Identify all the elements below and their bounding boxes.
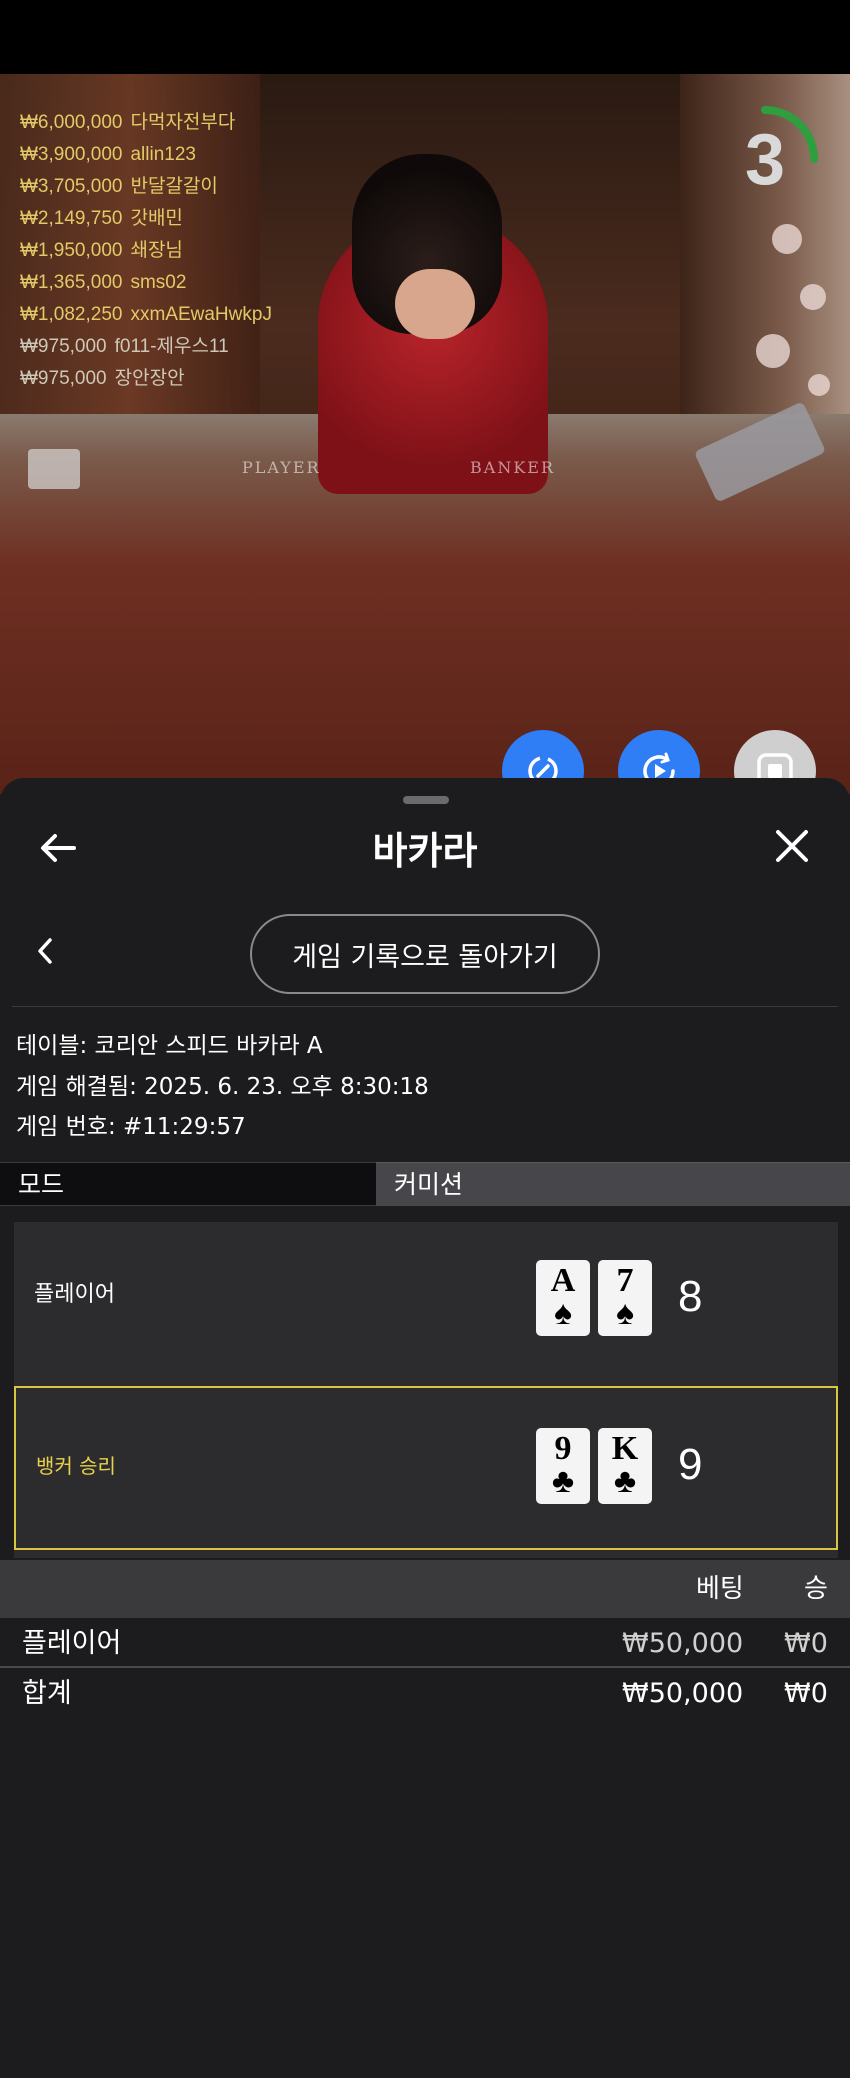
status-bar-area: [0, 0, 850, 74]
playing-card: 9 ♣: [536, 1428, 590, 1504]
timer-value: 3: [744, 120, 786, 200]
tab-commission[interactable]: 커미션: [376, 1162, 850, 1206]
total-row: 합계 ₩50,000 ₩0: [0, 1670, 850, 1718]
player-hand-row: 플레이어 A ♠ 7 ♠ 8: [14, 1222, 838, 1382]
leaderboard-row: ₩1,950,000 쇄장님: [20, 240, 183, 261]
game-number-info: 게임 번호: #11:29:57: [16, 1114, 246, 1140]
history-back-chevron[interactable]: [32, 936, 60, 966]
back-to-history-button[interactable]: 게임 기록으로 돌아가기: [250, 914, 600, 994]
club-icon: ♣: [613, 1463, 637, 1500]
leaderboard-row: ₩1,365,000 sms02: [20, 272, 187, 293]
countdown-timer: 3: [710, 104, 820, 214]
win-amount: ₩0: [784, 1628, 828, 1659]
playing-card: A ♠: [536, 1260, 590, 1336]
close-button[interactable]: [772, 826, 812, 866]
leaderboard-row: ₩2,149,750 갓배민: [20, 208, 183, 229]
bet-amount: ₩50,000: [622, 1628, 744, 1659]
total-win: ₩0: [784, 1678, 828, 1709]
banker-hand-row: 뱅커 승리 9 ♣ K ♣ 9: [14, 1386, 838, 1550]
playing-card: 7 ♠: [598, 1260, 652, 1336]
bet-name: 플레이어: [22, 1628, 122, 1659]
table-row: 플레이어 ₩50,000 ₩0: [0, 1620, 850, 1668]
player-hand-label: 플레이어: [34, 1282, 115, 1307]
spade-icon: ♠: [615, 1295, 635, 1332]
leaderboard-row: ₩3,705,000 반달갈갈이: [20, 176, 218, 197]
mode-tabs: 모드 커미션: [0, 1162, 850, 1206]
banker-win-label: 뱅커 승리: [36, 1454, 116, 1478]
game-history-sheet: 바카라 게임 기록으로 돌아가기 테이블: 코리안 스피드 바카라 A 게임 해…: [0, 778, 850, 2078]
close-icon: [776, 830, 808, 862]
player-score: 8: [678, 1272, 703, 1321]
leaderboard-row: ₩1,082,250 xxmAEwaHwkpJ: [20, 304, 272, 325]
tab-mode[interactable]: 모드: [0, 1162, 376, 1206]
club-icon: ♣: [551, 1463, 575, 1500]
winners-leaderboard: ₩6,000,000 다먹자전부다 ₩3,900,000 allin123 ₩3,7…: [20, 106, 272, 394]
hands-panel: 플레이어 A ♠ 7 ♠ 8 뱅커 승리 9 ♣ K ♣ 9: [14, 1222, 838, 1558]
bets-table-header: 베팅 승: [0, 1560, 850, 1618]
divider: [12, 1006, 838, 1007]
chevron-left-icon: [38, 938, 52, 964]
leaderboard-row: ₩3,900,000 allin123: [20, 144, 196, 165]
game-resolved-info: 게임 해결됨: 2025. 6. 23. 오후 8:30:18: [16, 1074, 429, 1100]
total-label: 합계: [22, 1678, 72, 1709]
leaderboard-row: ₩6,000,000 다먹자전부다: [20, 112, 236, 133]
drag-handle[interactable]: [403, 796, 449, 804]
table-info: 테이블: 코리안 스피드 바카라 A: [16, 1033, 323, 1059]
felt-banker-label: BANKER: [470, 458, 555, 477]
felt-player-label: PLAYER: [242, 458, 321, 477]
playing-card: K ♣: [598, 1428, 652, 1504]
win-column-header: 승: [804, 1574, 828, 1604]
leaderboard-row: ₩975,000 장안장안: [20, 368, 185, 389]
total-bet: ₩50,000: [622, 1678, 744, 1709]
bet-column-header: 베팅: [696, 1574, 744, 1604]
spade-icon: ♠: [553, 1295, 573, 1332]
banker-score: 9: [678, 1440, 703, 1489]
leaderboard-row: ₩975,000 f011-제우스11: [20, 336, 229, 357]
page-title: 바카라: [372, 829, 478, 873]
